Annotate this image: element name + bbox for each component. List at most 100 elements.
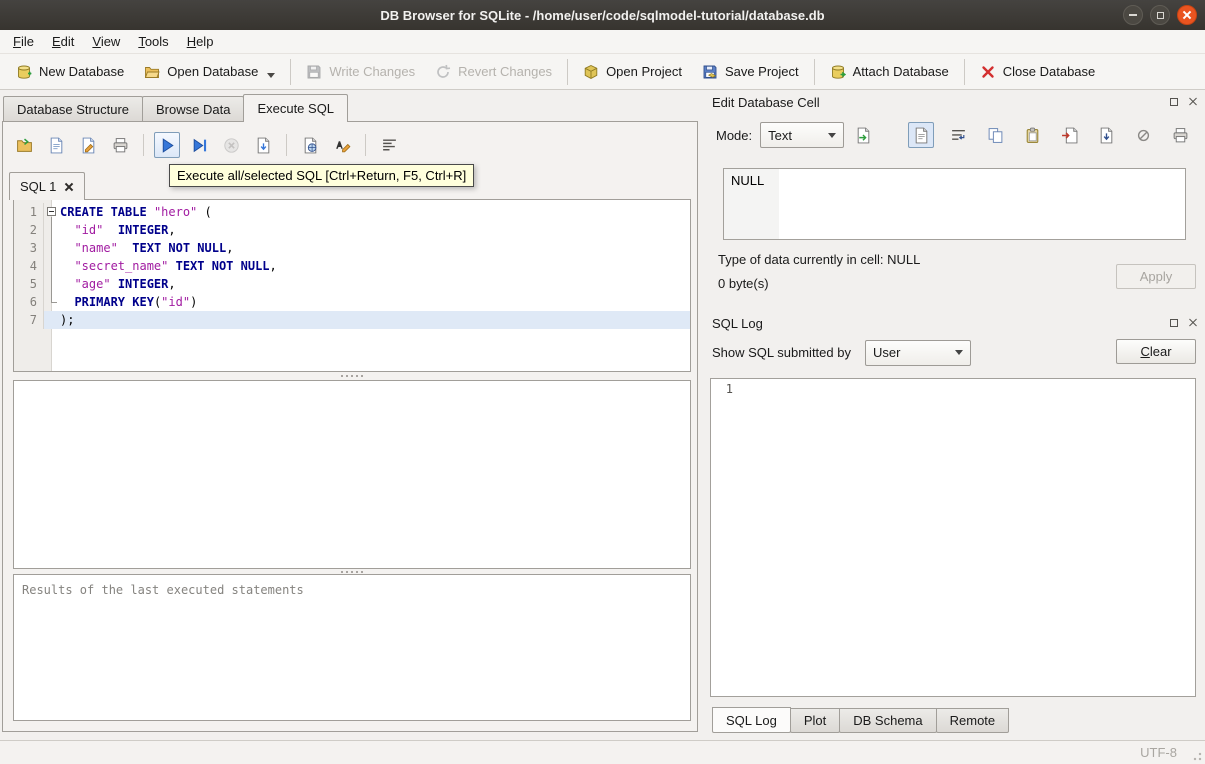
dock-tab-remote[interactable]: Remote xyxy=(935,708,1010,733)
minimize-icon xyxy=(1129,14,1137,16)
close-tab-icon[interactable] xyxy=(64,182,74,192)
dock-tab-db-schema[interactable]: DB Schema xyxy=(839,708,937,733)
execute-all-button[interactable] xyxy=(154,132,180,158)
execute-line-button[interactable] xyxy=(186,132,212,158)
print-sql-button[interactable] xyxy=(107,132,133,158)
editor-line[interactable]: 3 "name" TEXT NOT NULL, xyxy=(14,239,690,257)
menu-help[interactable]: Help xyxy=(178,30,223,53)
sql-log-controls: Show SQL submitted by User xyxy=(712,339,1105,366)
editor-line[interactable]: 6 PRIMARY KEY("id") xyxy=(14,293,690,311)
tab-execute-sql[interactable]: Execute SQL xyxy=(243,94,349,122)
new-database-icon xyxy=(18,65,32,79)
copy-cell-button[interactable] xyxy=(982,122,1008,148)
sql-tab-bar: SQL 1 xyxy=(9,171,86,200)
write-changes-icon xyxy=(307,65,321,78)
word-wrap-button[interactable] xyxy=(945,122,971,148)
tab-database-structure[interactable]: Database Structure xyxy=(3,96,144,122)
open-sql-file-button[interactable] xyxy=(11,132,37,158)
window-controls xyxy=(1123,5,1197,25)
mode-combobox[interactable]: Text xyxy=(760,122,845,148)
menu-view[interactable]: View xyxy=(83,30,129,53)
float-dock-button[interactable] xyxy=(1166,315,1182,331)
open-sql-file-icon xyxy=(16,138,32,152)
menu-file[interactable]: File xyxy=(4,30,43,53)
tab-label: Execute SQL xyxy=(257,101,335,116)
dock-tab-bar: SQL Log Plot DB Schema Remote xyxy=(712,707,1010,734)
editor-line[interactable]: 1 CREATE TABLE "hero" ( xyxy=(14,203,690,221)
new-database-button[interactable]: New Database xyxy=(6,59,134,85)
dock-tab-plot[interactable]: Plot xyxy=(789,708,841,733)
set-null-button[interactable] xyxy=(1130,122,1156,148)
open-database-dropdown-icon[interactable] xyxy=(267,73,276,78)
paste-cell-button[interactable] xyxy=(1019,122,1045,148)
sql-editor[interactable]: 1 CREATE TABLE "hero" (2 "id" INTEGER, 3 "… xyxy=(13,199,691,372)
minimize-button[interactable] xyxy=(1123,5,1143,25)
editor-line[interactable]: 2 "id" INTEGER, xyxy=(14,221,690,239)
open-external-button[interactable] xyxy=(850,122,876,148)
dock-tab-sql-log[interactable]: SQL Log xyxy=(712,707,791,733)
log-line-number: 1 xyxy=(725,382,733,396)
open-project-icon xyxy=(584,64,598,79)
toolbar-separator xyxy=(286,134,287,156)
close-icon xyxy=(1182,10,1192,20)
edit-pragmas-button[interactable] xyxy=(329,132,355,158)
tab-label: Database Structure xyxy=(17,101,130,117)
close-dock-button[interactable] xyxy=(1185,94,1201,110)
maximize-icon xyxy=(1156,11,1164,19)
sql-tab-1[interactable]: SQL 1 xyxy=(9,172,86,200)
fold-marker-column xyxy=(44,257,60,275)
fold-marker-column[interactable] xyxy=(44,203,60,221)
execute-tooltip: Execute all/selected SQL [Ctrl+Return, F… xyxy=(169,164,475,187)
splitter-handle[interactable] xyxy=(13,373,691,379)
log-filter-label: Show SQL submitted by xyxy=(712,345,851,360)
editor-line[interactable]: 7); xyxy=(14,311,690,329)
sql-log-view[interactable]: 1 xyxy=(710,378,1196,697)
export-cell-button[interactable] xyxy=(1093,122,1119,148)
write-changes-label: Write Changes xyxy=(329,64,416,79)
close-database-button[interactable]: Close Database xyxy=(970,59,1106,85)
toolbar-separator xyxy=(365,134,366,156)
open-project-button[interactable]: Open Project xyxy=(573,59,692,85)
collapse-icon[interactable] xyxy=(47,207,56,216)
results-message-area[interactable]: Results of the last executed statements xyxy=(13,574,691,721)
revert-changes-button: Revert Changes xyxy=(425,59,562,85)
code-text: "secret_name" TEXT NOT NULL, xyxy=(74,259,277,273)
menu-tools[interactable]: Tools xyxy=(129,30,177,53)
code-text: "age" INTEGER, xyxy=(74,277,176,291)
open-project-label: Open Project xyxy=(606,64,682,79)
menu-edit[interactable]: Edit xyxy=(43,30,83,53)
close-window-button[interactable] xyxy=(1177,5,1197,25)
save-project-button[interactable]: Save Project xyxy=(692,59,809,85)
print-icon xyxy=(113,137,127,152)
results-grid[interactable] xyxy=(13,380,691,569)
format-sql-button[interactable] xyxy=(376,132,402,158)
close-dock-button[interactable] xyxy=(1185,315,1201,331)
open-database-button[interactable]: Open Database xyxy=(134,59,285,85)
import-cell-button[interactable] xyxy=(1056,122,1082,148)
close-database-label: Close Database xyxy=(1002,64,1096,79)
save-sql-file-button[interactable] xyxy=(43,132,69,158)
clear-log-button[interactable]: Clear xyxy=(1116,339,1196,364)
sql-toolbar xyxy=(11,130,402,160)
float-dock-button[interactable] xyxy=(1166,94,1182,110)
export-csv-button[interactable] xyxy=(297,132,323,158)
editor-line[interactable]: 4 "secret_name" TEXT NOT NULL, xyxy=(14,257,690,275)
tab-browse-data[interactable]: Browse Data xyxy=(142,96,245,122)
resize-grip[interactable] xyxy=(1190,749,1202,761)
edit-cell-title: Edit Database Cell xyxy=(712,94,820,110)
open-external-icon xyxy=(857,127,869,143)
text-mode-button[interactable] xyxy=(908,122,934,148)
log-filter-combobox[interactable]: User xyxy=(864,339,971,366)
print-cell-button[interactable] xyxy=(1167,122,1193,148)
cell-value-text: NULL xyxy=(731,173,765,188)
editor-line[interactable]: 5 "age" INTEGER, xyxy=(14,275,690,293)
fold-marker-column xyxy=(44,239,60,257)
save-sql-as-button[interactable] xyxy=(75,132,101,158)
cell-value-editor[interactable]: NULL xyxy=(723,168,1186,240)
save-results-button[interactable] xyxy=(250,132,276,158)
maximize-button[interactable] xyxy=(1150,5,1170,25)
import-cell-icon xyxy=(1061,127,1077,143)
toolbar-separator xyxy=(143,134,144,156)
save-sql-file-icon xyxy=(50,137,62,153)
attach-database-button[interactable]: Attach Database xyxy=(820,59,959,85)
